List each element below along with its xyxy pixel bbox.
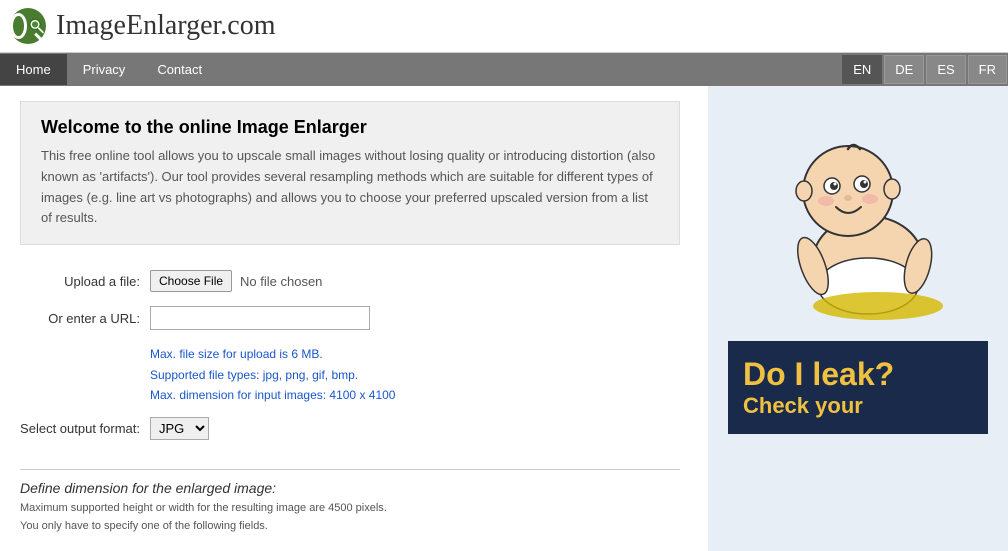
- url-input[interactable]: [150, 306, 370, 330]
- welcome-heading: Welcome to the online Image Enlarger: [41, 117, 659, 138]
- format-label: Select output format:: [20, 421, 150, 436]
- ad-main-text: Do I leak?: [743, 356, 973, 393]
- url-row: Or enter a URL:: [20, 306, 680, 330]
- divider: [20, 469, 680, 470]
- info-text: Max. file size for upload is 6 MB. Suppo…: [150, 344, 680, 405]
- baby-illustration: [748, 101, 968, 331]
- upload-row: Upload a file: Choose File No file chose…: [20, 270, 680, 292]
- nav-contact[interactable]: Contact: [141, 54, 218, 85]
- main-content: Welcome to the online Image Enlarger Thi…: [0, 86, 1008, 551]
- upload-label: Upload a file:: [20, 274, 150, 289]
- format-row: Select output format: JPG PNG BMP GIF: [20, 417, 680, 440]
- ad-text-box: Do I leak? Check your: [728, 341, 988, 434]
- info-line1: Max. file size for upload is 6 MB.: [150, 344, 680, 364]
- lang-es[interactable]: ES: [926, 55, 965, 84]
- define-dimension-heading: Define dimension for the enlarged image:: [20, 480, 688, 496]
- navigation: Home Privacy Contact EN DE ES FR: [0, 53, 1008, 86]
- info-line3: Max. dimension for input images: 4100 x …: [150, 385, 680, 405]
- dimension-info-line2: You only have to specify one of the foll…: [20, 518, 688, 536]
- welcome-box: Welcome to the online Image Enlarger Thi…: [20, 101, 680, 245]
- url-control: [150, 306, 370, 330]
- sidebar: Do I leak? Check your: [708, 86, 1008, 551]
- upload-form: Upload a file: Choose File No file chose…: [20, 265, 680, 459]
- welcome-body: This free online tool allows you to upsc…: [41, 146, 659, 229]
- no-file-text: No file chosen: [240, 274, 322, 289]
- logo-icon: [10, 8, 46, 44]
- header: ImageEnlarger.com: [0, 0, 1008, 53]
- content-area: Welcome to the online Image Enlarger Thi…: [0, 86, 708, 551]
- lang-de[interactable]: DE: [884, 55, 924, 84]
- site-title: ImageEnlarger.com: [56, 10, 276, 42]
- url-label: Or enter a URL:: [20, 311, 150, 326]
- lang-en[interactable]: EN: [842, 55, 882, 84]
- choose-file-button[interactable]: Choose File: [150, 270, 232, 292]
- ad-sub-text: Check your: [743, 393, 973, 419]
- info-line2: Supported file types: jpg, png, gif, bmp…: [150, 365, 680, 385]
- upload-control: Choose File No file chosen: [150, 270, 322, 292]
- dimension-info-line1: Maximum supported height or width for th…: [20, 500, 688, 518]
- lang-fr[interactable]: FR: [968, 55, 1007, 84]
- format-select[interactable]: JPG PNG BMP GIF: [150, 417, 209, 440]
- dimension-info: Maximum supported height or width for th…: [20, 500, 688, 535]
- nav-home[interactable]: Home: [0, 54, 67, 85]
- nav-privacy[interactable]: Privacy: [67, 54, 142, 85]
- format-control: JPG PNG BMP GIF: [150, 417, 209, 440]
